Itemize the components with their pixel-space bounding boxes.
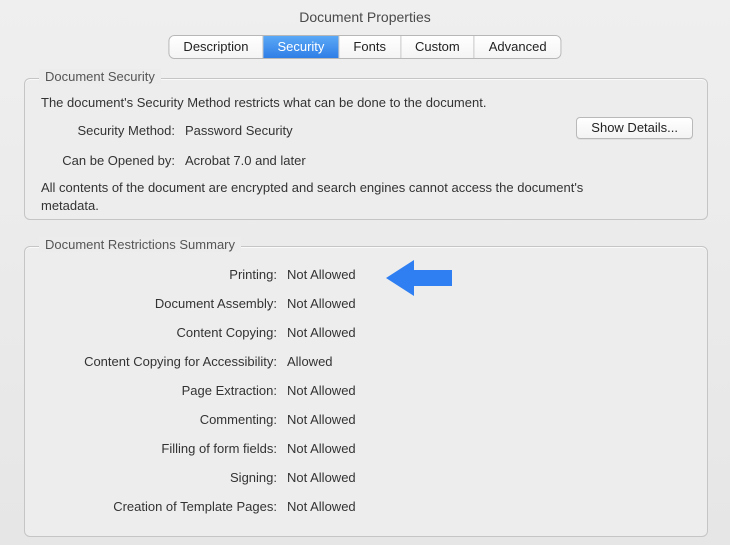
document-properties-window: Document Properties Description Security… xyxy=(0,0,730,545)
restriction-assembly-value: Not Allowed xyxy=(287,296,707,311)
restriction-row: Creation of Template Pages: Not Allowed xyxy=(25,499,707,514)
restriction-extraction-label: Page Extraction: xyxy=(25,383,287,398)
restriction-row: Commenting: Not Allowed xyxy=(25,412,707,427)
tab-fonts[interactable]: Fonts xyxy=(339,36,401,58)
restriction-commenting-label: Commenting: xyxy=(25,412,287,427)
restriction-template-label: Creation of Template Pages: xyxy=(25,499,287,514)
restriction-row: Signing: Not Allowed xyxy=(25,470,707,485)
document-security-label: Document Security xyxy=(39,69,161,84)
restriction-signing-label: Signing: xyxy=(25,470,287,485)
restriction-printing-label: Printing: xyxy=(25,267,287,282)
restriction-row: Page Extraction: Not Allowed xyxy=(25,383,707,398)
show-details-button[interactable]: Show Details... xyxy=(576,117,693,139)
restriction-formfill-value: Not Allowed xyxy=(287,441,707,456)
security-intro-text: The document's Security Method restricts… xyxy=(41,95,691,110)
restriction-commenting-value: Not Allowed xyxy=(287,412,707,427)
encryption-note: All contents of the document are encrypt… xyxy=(41,179,627,214)
opened-by-value: Acrobat 7.0 and later xyxy=(185,153,707,168)
tab-security[interactable]: Security xyxy=(263,36,339,58)
restriction-row: Filling of form fields: Not Allowed xyxy=(25,441,707,456)
restriction-copy-a11y-label: Content Copying for Accessibility: xyxy=(25,354,287,369)
restriction-printing-value: Not Allowed xyxy=(287,267,707,282)
restriction-row: Content Copying: Not Allowed xyxy=(25,325,707,340)
restriction-template-value: Not Allowed xyxy=(287,499,707,514)
tab-advanced[interactable]: Advanced xyxy=(475,36,561,58)
opened-by-label: Can be Opened by: xyxy=(25,153,185,168)
restriction-assembly-label: Document Assembly: xyxy=(25,296,287,311)
restriction-copying-label: Content Copying: xyxy=(25,325,287,340)
document-security-group: Document Security The document's Securit… xyxy=(24,78,708,220)
security-method-label: Security Method: xyxy=(25,123,185,138)
restriction-formfill-label: Filling of form fields: xyxy=(25,441,287,456)
tab-description[interactable]: Description xyxy=(169,36,263,58)
restrictions-group: Document Restrictions Summary Printing: … xyxy=(24,246,708,537)
restriction-row: Content Copying for Accessibility: Allow… xyxy=(25,354,707,369)
restriction-copy-a11y-value: Allowed xyxy=(287,354,707,369)
restriction-extraction-value: Not Allowed xyxy=(287,383,707,398)
restrictions-list: Printing: Not Allowed Document Assembly:… xyxy=(25,267,707,528)
restriction-copying-value: Not Allowed xyxy=(287,325,707,340)
tabstrip: Description Security Fonts Custom Advanc… xyxy=(169,36,560,58)
restriction-row: Document Assembly: Not Allowed xyxy=(25,296,707,311)
tab-custom[interactable]: Custom xyxy=(401,36,475,58)
window-title: Document Properties xyxy=(0,9,730,25)
restrictions-label: Document Restrictions Summary xyxy=(39,237,241,252)
restriction-row: Printing: Not Allowed xyxy=(25,267,707,282)
restriction-signing-value: Not Allowed xyxy=(287,470,707,485)
